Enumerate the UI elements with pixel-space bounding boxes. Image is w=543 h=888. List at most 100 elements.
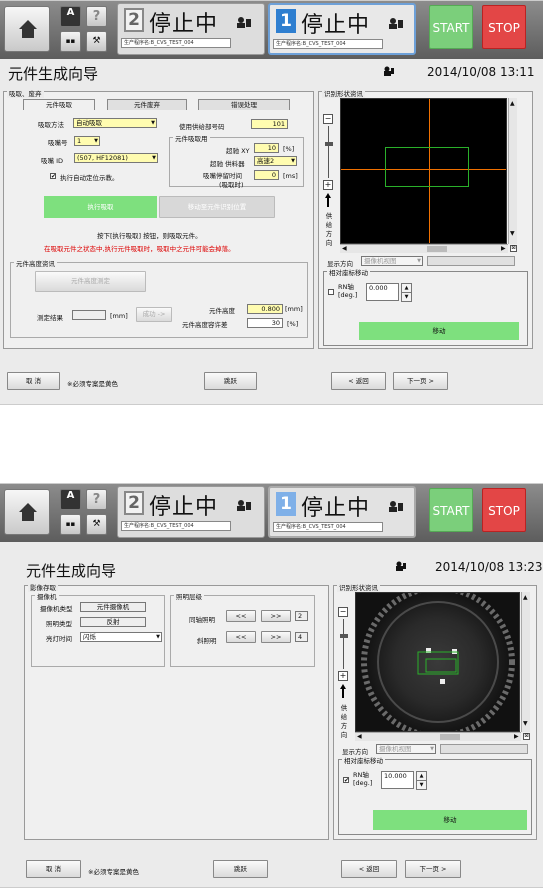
part-height-field[interactable]: 0.800 — [247, 304, 283, 314]
rn-axis-label: RN轴 — [338, 283, 354, 291]
rn-axis-field[interactable]: 10.000 — [381, 771, 414, 789]
light-type-label: 照明类型 — [46, 620, 72, 628]
display-direction-select[interactable]: 摄像机视图 — [376, 744, 436, 754]
top-toolbar: A ? ▪▪ ⚒ 2 停止中 生产程序名:B_CVS_TEST_004 1 停止… — [0, 1, 543, 59]
pickup-group-label: 元件吸取用 — [173, 133, 210, 143]
display-direction-select[interactable]: 摄像机视图 — [361, 256, 423, 266]
machine-number: 1 — [276, 492, 296, 516]
scroll-right-icon[interactable]: ▶ — [514, 733, 519, 740]
rn-decrement-button[interactable]: ▼ — [416, 780, 427, 790]
move-to-recognition-button[interactable]: 移动至元件识别位置 — [159, 196, 275, 218]
screenshot-pickup: A ? ▪▪ ⚒ 2 停止中 生产程序名:B_CVS_TEST_004 1 停止… — [0, 0, 543, 405]
height-tolerance-field[interactable]: 30 — [247, 318, 283, 328]
zoom-slider-handle[interactable] — [340, 634, 348, 638]
scroll-left-icon[interactable]: ◀ — [342, 245, 347, 252]
oblique-decrease-button[interactable]: << — [226, 631, 256, 643]
camera-view[interactable] — [355, 592, 520, 732]
cancel-button[interactable]: 取 消 — [26, 860, 81, 878]
machine-panel-2[interactable]: 2 停止中 生产程序名:B_CVS_TEST_004 — [117, 3, 265, 55]
measure-result-label: 测定结果 — [37, 314, 63, 322]
success-button[interactable]: 成功 -> — [136, 307, 172, 322]
coax-increase-button[interactable]: >> — [261, 610, 291, 622]
machine-panel-1[interactable]: 1 停止中 生产程序名:B_CVS_TEST_004 — [268, 486, 416, 538]
start-button[interactable]: START — [429, 488, 473, 532]
nozzle-id-select[interactable]: (507, HF12081) — [74, 153, 158, 163]
pickup-group: 元件吸取用 超驰 XY 10 [%] 超驰 供料器 高速2 吸嘴停留时间 (吸取… — [169, 133, 304, 189]
rn-axis-checkbox[interactable] — [328, 289, 334, 295]
home-button[interactable] — [4, 489, 50, 535]
pickup-method-select[interactable]: 自动吸取 — [73, 118, 157, 128]
coax-decrease-button[interactable]: << — [226, 610, 256, 622]
oblique-increase-button[interactable]: >> — [261, 631, 291, 643]
help-button[interactable]: ? — [86, 489, 107, 510]
nozzle-number-select[interactable]: 1 — [74, 136, 100, 146]
next-button[interactable]: 下一页 > — [405, 860, 461, 878]
zoom-in-icon[interactable]: + — [338, 671, 348, 681]
required-note: ※必须专案是黄色 — [67, 380, 118, 388]
help-button[interactable]: ? — [86, 6, 107, 27]
skip-button[interactable]: 跳跃 — [204, 372, 257, 390]
skip-button[interactable]: 跳跃 — [213, 860, 268, 878]
feed-dir-char: 供 — [340, 704, 348, 712]
zoom-in-icon[interactable]: + — [323, 180, 333, 190]
image-capture-section: 影像存取 摄像机 摄像机类型 元件摄像机 照明类型 反射 亮灯时间 闪烁 照明层… — [24, 582, 329, 840]
view-horizontal-scrollbar[interactable]: ◀ ▶ — [355, 732, 521, 741]
a-badge-icon[interactable]: A — [60, 489, 81, 510]
page-title: 元件生成向导 — [8, 65, 99, 83]
a-badge-icon[interactable]: A — [60, 6, 81, 27]
user-list-icon[interactable]: ▪▪ — [60, 514, 81, 535]
tab-part-discard[interactable]: 元件废弃 — [107, 99, 187, 110]
execute-pickup-button[interactable]: 执行吸取 — [44, 196, 157, 218]
start-button[interactable]: START — [429, 5, 473, 49]
view-vertical-scrollbar[interactable]: ▲ ▼ — [508, 98, 517, 244]
rn-axis-field[interactable]: 0.000 — [366, 283, 399, 301]
scroll-down-icon[interactable]: ▼ — [510, 230, 515, 237]
feeder-number-field[interactable]: 101 — [251, 119, 288, 129]
tool-icon[interactable]: ⚒ — [86, 31, 107, 52]
user-list-icon[interactable]: ▪▪ — [60, 31, 81, 52]
nozzle-wait-field[interactable]: 0 — [254, 170, 279, 180]
scroll-down-icon[interactable]: ▼ — [523, 720, 528, 727]
move-button[interactable]: 移动 — [373, 810, 527, 830]
overdrive-xy-field[interactable]: 10 — [254, 143, 279, 153]
tool-icon[interactable]: ⚒ — [86, 514, 107, 535]
machine-panel-2[interactable]: 2 停止中 生产程序名:B_CVS_TEST_004 — [117, 486, 265, 538]
fit-view-icon[interactable]: ⊠ — [510, 245, 517, 252]
height-measure-button[interactable]: 元件高度测定 — [35, 271, 146, 292]
fit-view-icon[interactable]: ⊠ — [523, 733, 530, 740]
view-horizontal-scrollbar[interactable]: ◀ ▶ — [340, 244, 508, 253]
scroll-right-icon[interactable]: ▶ — [501, 245, 506, 252]
home-button[interactable] — [4, 6, 50, 52]
rn-axis-checkbox[interactable]: ✔ — [343, 777, 349, 784]
zoom-slider-track[interactable] — [328, 126, 329, 178]
stop-button[interactable]: STOP — [482, 5, 526, 49]
scroll-up-icon[interactable]: ▲ — [523, 594, 528, 601]
camera-view[interactable] — [340, 98, 507, 244]
machine-number: 2 — [124, 8, 144, 32]
tab-error-handling[interactable]: 错误处理 — [198, 99, 290, 110]
zoom-slider-track[interactable] — [343, 619, 344, 669]
scroll-left-icon[interactable]: ◀ — [357, 733, 362, 740]
rn-decrement-button[interactable]: ▼ — [401, 292, 412, 302]
light-time-select[interactable]: 闪烁 — [80, 632, 162, 642]
relative-move-group: 相对座标移动 RN轴 [deg.] 0.000 ▲ ▼ 移动 — [323, 267, 528, 346]
back-button[interactable]: < 返回 — [331, 372, 386, 390]
back-button[interactable]: < 返回 — [341, 860, 397, 878]
instruction-text: 按下[执行吸取] 按钮，则吸取元件。 — [97, 232, 202, 240]
scroll-up-icon[interactable]: ▲ — [510, 100, 515, 107]
cancel-button[interactable]: 取 消 — [7, 372, 60, 390]
view-vertical-scrollbar[interactable]: ▲ ▼ — [521, 592, 530, 732]
tab-part-pickup[interactable]: 元件吸取 — [23, 99, 95, 110]
zoom-out-icon[interactable]: − — [323, 114, 333, 124]
stop-button[interactable]: STOP — [482, 488, 526, 532]
overdrive-feeder-select[interactable]: 高速2 — [254, 156, 297, 166]
coax-level-field: 2 — [295, 611, 308, 621]
move-button[interactable]: 移动 — [359, 322, 519, 340]
next-button[interactable]: 下一页 > — [393, 372, 448, 390]
zoom-slider-handle[interactable] — [325, 142, 333, 146]
auto-teach-checkbox[interactable]: ✔ — [50, 173, 56, 180]
machine-panel-1[interactable]: 1 停止中 生产程序名:B_CVS_TEST_004 — [268, 3, 416, 55]
zoom-out-icon[interactable]: − — [338, 607, 348, 617]
scroll-thumb[interactable] — [427, 246, 447, 252]
scroll-thumb[interactable] — [440, 734, 460, 740]
